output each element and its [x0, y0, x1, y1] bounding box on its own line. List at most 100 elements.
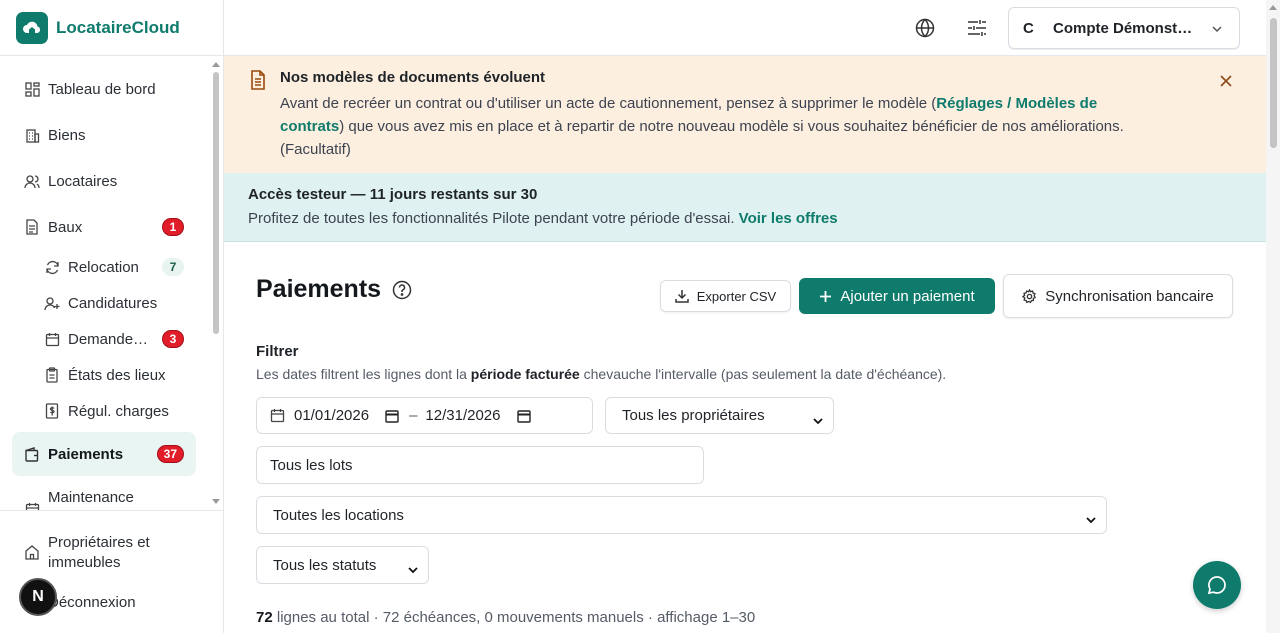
file-icon — [24, 219, 40, 235]
date-from-input[interactable]: 01/01/2026 — [294, 407, 369, 424]
sidebar-item-dashboard[interactable]: Tableau de bord — [12, 67, 196, 111]
sidebar-item-label: Candidatures — [68, 294, 158, 312]
date-picker-icon[interactable] — [516, 409, 531, 423]
sidebar-item-locataires[interactable]: Locataires — [12, 159, 196, 203]
page-title: Paiements — [256, 275, 382, 303]
results-summary: 72 lignes au total · 72 échéances, 0 mou… — [256, 609, 755, 626]
wallet-icon — [24, 446, 40, 462]
chevron-down-icon — [1211, 22, 1223, 39]
sidebar-item-label: Régul. charges — [68, 402, 169, 420]
sidebar-scrollbar[interactable] — [210, 56, 222, 510]
trial-text-part: Profitez de toutes les fonctionnalités P… — [248, 210, 735, 227]
count-badge: 7 — [162, 258, 184, 276]
select-value: Toutes les locations — [273, 506, 404, 524]
sidebar-item-biens[interactable]: Biens — [12, 113, 196, 157]
divider — [0, 510, 223, 511]
users-icon — [24, 173, 40, 189]
sidebar-nav: Tableau de bord Biens Locataires Baux 1 … — [0, 56, 210, 510]
sidebar-item-label: États des lieux — [68, 366, 166, 384]
sidebar-item-relocation[interactable]: Relocation 7 — [32, 249, 196, 285]
topbar: C Compte Démonstration — [224, 0, 1266, 56]
sidebar-item-label: Demande… — [68, 330, 149, 348]
sidebar-item-baux[interactable]: Baux 1 — [12, 205, 196, 249]
sidebar-item-label: Biens — [48, 126, 86, 144]
brand-name: LocataireCloud — [56, 18, 180, 37]
calendar-icon — [44, 331, 60, 347]
count-badge: 1 — [162, 218, 184, 236]
page-scrollbar[interactable] — [1266, 0, 1280, 633]
calendar-icon — [270, 408, 285, 423]
lots-input[interactable]: Tous les lots — [256, 446, 704, 484]
account-switcher[interactable]: C Compte Démonstration — [1008, 7, 1240, 49]
banner-text: Avant de recréer un contrat ou d'utilise… — [280, 92, 1140, 161]
globe-icon[interactable] — [914, 17, 936, 39]
chat-bubble-icon — [1207, 575, 1227, 595]
desc-part: chevauche l'intervalle (pas seulement la… — [579, 366, 947, 382]
scroll-up-arrow-icon[interactable] — [1269, 5, 1277, 10]
results-count: 72 — [256, 609, 273, 626]
trial-text: Profitez de toutes les fonctionnalités P… — [248, 210, 838, 227]
sidebar-item-demandes[interactable]: Demande… 3 — [32, 321, 196, 357]
banner-title: Nos modèles de documents évoluent — [280, 69, 546, 86]
status-select[interactable]: Tous les statuts — [256, 546, 429, 584]
filter-description: Les dates filtrent les lignes dont la pé… — [256, 366, 946, 382]
account-name: Compte Démonstration — [1053, 19, 1198, 37]
sidebar-item-paiements[interactable]: Paiements 37 — [12, 432, 196, 476]
count-badge: 3 — [162, 330, 184, 348]
chevron-down-icon — [408, 561, 418, 578]
sidebar-item-label: Relocation — [68, 258, 139, 276]
dashboard-icon — [24, 81, 40, 97]
bank-sync-button[interactable]: Synchronisation bancaire — [1003, 274, 1233, 318]
gear-icon — [1022, 288, 1037, 304]
chevron-down-icon — [1086, 511, 1096, 528]
sidebar-item-label: Propriétaires et immeubles — [48, 534, 150, 571]
banner-text-part: Avant de recréer un contrat ou d'utilise… — [280, 95, 937, 112]
chat-button[interactable] — [1193, 561, 1241, 609]
scroll-up-arrow-icon[interactable] — [212, 62, 220, 67]
refresh-icon — [44, 259, 60, 275]
sidebar-item-label: Déconnexion — [48, 594, 136, 611]
button-label: Ajouter un paiement — [840, 287, 975, 305]
date-picker-icon[interactable] — [385, 409, 399, 423]
owner-select[interactable]: Tous les propriétaires — [605, 397, 834, 434]
building-icon — [24, 127, 40, 143]
help-circle-icon[interactable] — [392, 280, 412, 304]
date-range-field: 01/01/2026 – 12/31/2026 — [256, 397, 593, 434]
count-badge: 37 — [156, 445, 184, 463]
add-payment-button[interactable]: Ajouter un paiement — [799, 278, 995, 314]
date-separator: – — [409, 407, 418, 424]
sliders-icon[interactable] — [966, 17, 988, 39]
templates-warning-banner: Nos modèles de documents évoluent Avant … — [224, 56, 1266, 173]
user-avatar[interactable]: N — [19, 578, 57, 616]
select-value: Tous les statuts — [273, 556, 377, 574]
trial-title: Accès testeur — 11 jours restants sur 30 — [248, 186, 538, 203]
banner-text-part: ) que vous avez mis en place et à repart… — [280, 118, 1124, 158]
scroll-thumb[interactable] — [213, 72, 219, 334]
dollar-doc-icon — [44, 403, 60, 419]
sidebar-item-label: Baux — [48, 218, 83, 236]
results-text: lignes au total · 72 échéances, 0 mouvem… — [276, 609, 756, 626]
date-to-input[interactable]: 12/31/2026 — [425, 407, 500, 424]
desc-bold: période facturée — [470, 366, 580, 382]
export-csv-button[interactable]: Exporter CSV — [660, 280, 791, 312]
sidebar-item-label: Locataires — [48, 172, 118, 190]
sidebar-item-label: Maintenance — [48, 488, 134, 506]
sidebar-item-maintenance[interactable]: Maintenance — [12, 476, 196, 510]
rentals-select[interactable]: Toutes les locations — [256, 496, 1107, 534]
sidebar-item-proprietaires[interactable]: Propriétaires et immeubles — [24, 533, 194, 573]
cloud-home-logo-icon — [16, 12, 48, 44]
filter-title: Filtrer — [256, 343, 299, 360]
scroll-down-arrow-icon[interactable] — [212, 499, 220, 504]
clipboard-icon — [44, 367, 60, 383]
sidebar-item-candidatures[interactable]: Candidatures — [32, 285, 196, 321]
sidebar-item-regul-charges[interactable]: Régul. charges — [32, 393, 196, 429]
brand[interactable]: LocataireCloud — [16, 11, 180, 45]
offers-link[interactable]: Voir les offres — [739, 210, 838, 227]
scroll-thumb[interactable] — [1270, 18, 1277, 148]
chevron-down-icon — [813, 412, 823, 429]
input-value: Tous les lots — [270, 456, 353, 474]
sidebar-item-label: Paiements — [48, 445, 124, 463]
close-icon[interactable] — [1220, 74, 1232, 91]
desc-part: Les dates filtrent les lignes dont la — [256, 366, 471, 382]
sidebar-item-etats-des-lieux[interactable]: États des lieux — [32, 357, 196, 393]
